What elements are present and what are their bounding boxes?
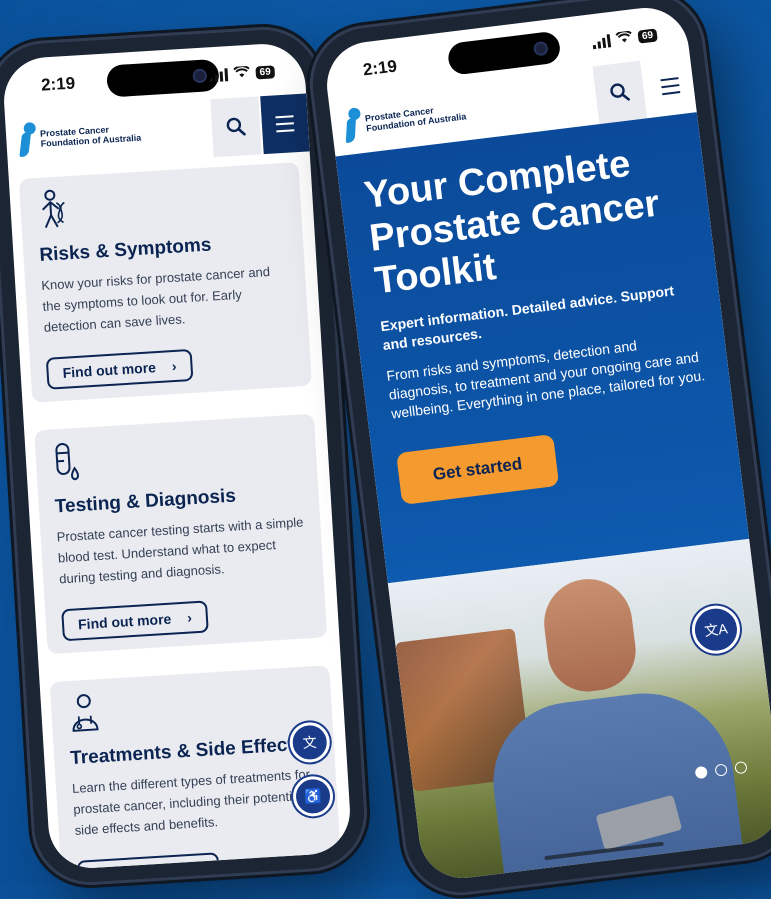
button-label: Find out more (78, 611, 172, 633)
find-out-more-button[interactable]: Find out more › (61, 600, 209, 641)
battery-icon: 69 (637, 28, 658, 43)
doctor-icon (66, 691, 103, 735)
status-time: 2:19 (362, 56, 398, 80)
camera-icon (192, 68, 207, 83)
man-head (539, 574, 640, 696)
left-phone-screen: 2:19 69 Prostate Cancer Foundation of Au… (1, 42, 352, 871)
get-started-button[interactable]: Get started (396, 434, 559, 505)
find-out-more-button[interactable]: Find out more › (46, 349, 194, 390)
button-label: Find out more (62, 359, 156, 381)
card-treatments: Treatments & Side Effects Learn the diff… (50, 665, 343, 870)
status-icons: 69 (209, 61, 275, 85)
test-tube-icon (51, 440, 84, 484)
card-testing-diagnosis: Testing & Diagnosis Prostate cancer test… (34, 414, 327, 655)
signal-icon (592, 34, 611, 49)
card-text: Prostate cancer testing starts with a si… (56, 511, 307, 589)
person-dna-icon (36, 188, 73, 232)
battery-icon: 69 (255, 65, 275, 79)
right-phone: 2:19 69 Prostate Cancer Foundation of Au… (306, 0, 771, 899)
right-phone-screen: 2:19 69 Prostate Cancer Foundation of Au… (322, 3, 771, 883)
logo-mark-icon (342, 107, 364, 143)
dynamic-island (447, 30, 562, 75)
logo-text: Prostate Cancer Foundation of Australia (40, 123, 142, 149)
carousel-dot[interactable] (714, 763, 727, 776)
hero-photo (388, 539, 771, 883)
translate-icon: 文 (302, 732, 317, 753)
signal-icon (209, 68, 228, 82)
logo-mark-icon (17, 122, 37, 157)
carousel-dot[interactable] (695, 766, 708, 779)
wifi-icon (233, 63, 250, 84)
status-time: 2:19 (41, 74, 76, 96)
card-text: Learn the different types of treatments … (71, 763, 322, 841)
accessibility-icon: ♿ (304, 787, 322, 805)
status-icons: 69 (591, 24, 658, 52)
carousel-dot[interactable] (734, 761, 747, 774)
card-text: Know your risks for prostate cancer and … (41, 260, 292, 338)
site-logo[interactable]: Prostate Cancer Foundation of Australia (17, 116, 142, 157)
card-risks-symptoms: Risks & Symptoms Know your risks for pro… (19, 162, 312, 403)
chevron-right-icon: › (187, 609, 193, 625)
search-button[interactable] (210, 96, 261, 157)
search-button[interactable] (592, 61, 647, 124)
site-logo[interactable]: Prostate Cancer Foundation of Australia (342, 94, 468, 143)
hero-section: Your Complete Prostate Cancer Toolkit Ex… (335, 112, 749, 583)
hero-title: Your Complete Prostate Cancer Toolkit (362, 137, 691, 304)
menu-button[interactable] (644, 55, 697, 118)
dynamic-island (106, 59, 220, 98)
camera-icon (533, 41, 549, 57)
chevron-right-icon: › (171, 358, 177, 374)
find-out-more-button[interactable] (77, 852, 221, 870)
logo-text: Prostate Cancer Foundation of Australia (364, 101, 466, 133)
search-icon (225, 116, 246, 137)
left-phone: 2:19 69 Prostate Cancer Foundation of Au… (0, 27, 367, 886)
menu-button[interactable] (260, 93, 309, 154)
translate-icon: 文A (703, 618, 729, 641)
wifi-icon (615, 28, 633, 50)
search-icon (609, 81, 631, 103)
